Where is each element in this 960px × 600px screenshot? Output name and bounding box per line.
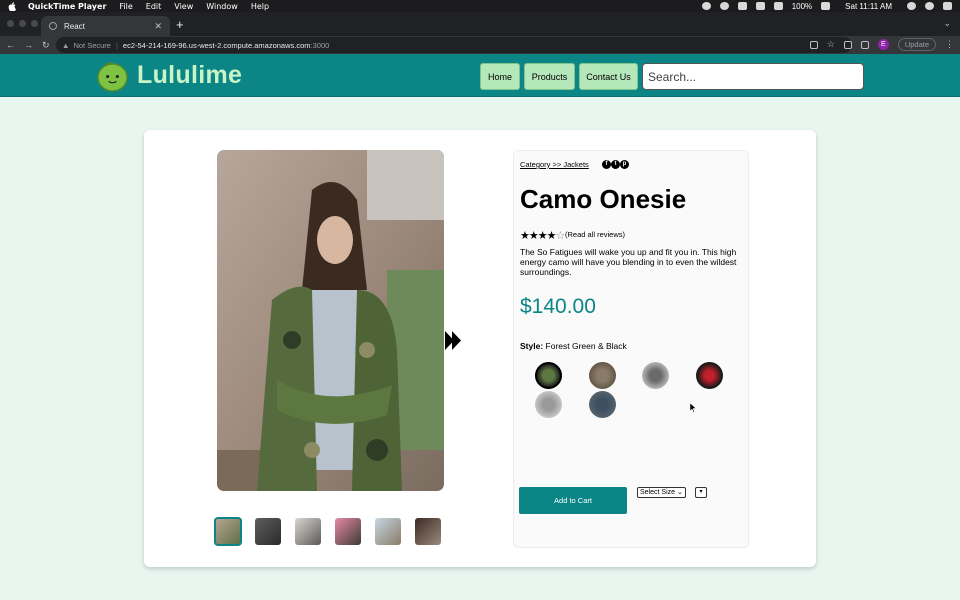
thumbnail-2[interactable] bbox=[255, 518, 281, 545]
thumbnail-1[interactable] bbox=[214, 517, 242, 546]
minimize-window-button[interactable] bbox=[19, 20, 26, 27]
back-arrow-icon[interactable]: ← bbox=[6, 40, 15, 50]
globe-icon bbox=[49, 22, 57, 30]
style-swatch-2[interactable] bbox=[589, 362, 616, 389]
thumbnail-4[interactable] bbox=[335, 518, 361, 545]
star-rating: ★★★★☆ bbox=[520, 229, 565, 242]
reload-icon[interactable]: ↻ bbox=[42, 40, 50, 51]
new-tab-button[interactable]: + bbox=[176, 17, 184, 32]
menu-help[interactable]: Help bbox=[251, 2, 269, 11]
add-to-cart-button[interactable]: Add to Cart bbox=[519, 487, 627, 514]
url-host: ec2-54-214-169-96.us-west-2.compute.amaz… bbox=[122, 40, 311, 50]
security-label[interactable]: Not Secure bbox=[73, 41, 111, 50]
size-select-label: Select Size bbox=[640, 489, 676, 496]
browser-menu-icon[interactable]: ⋮ bbox=[945, 39, 954, 50]
audio-status-icon[interactable] bbox=[755, 2, 765, 10]
style-label: Style: bbox=[520, 341, 544, 351]
spotlight-icon[interactable] bbox=[907, 2, 916, 10]
stars-filled: ★★★★ bbox=[520, 229, 556, 242]
macos-menu-bar: QuickTime Player File Edit View Window H… bbox=[0, 0, 960, 12]
mouse-cursor-icon bbox=[690, 403, 696, 413]
stars-empty: ☆ bbox=[555, 229, 565, 242]
twitter-icon[interactable]: t bbox=[611, 160, 620, 169]
forward-arrow-icon[interactable]: → bbox=[24, 40, 33, 50]
update-button[interactable]: Update bbox=[897, 38, 936, 51]
nav-home-button[interactable]: Home bbox=[480, 63, 520, 90]
style-selector-label: Style: Forest Green & Black bbox=[520, 341, 627, 351]
search-input[interactable]: Search... bbox=[642, 63, 864, 90]
facebook-icon[interactable]: f bbox=[602, 160, 611, 169]
apple-icon[interactable] bbox=[8, 1, 16, 11]
site-header: Lululime Home Products Contact Us Search… bbox=[0, 54, 960, 97]
menu-file[interactable]: File bbox=[119, 2, 132, 11]
extensions-icon[interactable] bbox=[843, 40, 852, 49]
battery-icon[interactable] bbox=[821, 2, 831, 10]
style-swatch-6[interactable] bbox=[589, 391, 616, 418]
size-select[interactable]: Select Size ⌄ bbox=[637, 487, 686, 498]
more-status-icon[interactable] bbox=[719, 2, 729, 10]
pinterest-icon[interactable]: p bbox=[620, 160, 629, 169]
share-icon[interactable] bbox=[809, 40, 818, 49]
product-description: The So Fatigues will wake you up and fit… bbox=[520, 247, 737, 277]
tab-search-chevron-icon[interactable]: ⌄ bbox=[943, 18, 951, 29]
menu-app-name[interactable]: QuickTime Player bbox=[28, 2, 106, 11]
record-status-icon[interactable] bbox=[701, 2, 711, 10]
nav-contact-button[interactable]: Contact Us bbox=[579, 63, 638, 90]
style-swatch-1[interactable] bbox=[535, 362, 562, 389]
style-swatch-3[interactable] bbox=[642, 362, 669, 389]
sidebar-icon[interactable] bbox=[860, 40, 869, 49]
category-breadcrumb[interactable]: Category >> Jackets bbox=[520, 160, 589, 169]
profile-avatar[interactable]: E bbox=[877, 39, 889, 50]
control-center-icon[interactable] bbox=[943, 2, 952, 10]
next-image-arrow-icon[interactable] bbox=[445, 331, 462, 350]
style-swatch-5[interactable] bbox=[535, 391, 562, 418]
brand-name[interactable]: Lululime bbox=[137, 61, 242, 90]
browser-toolbar: ← → ↻ ▲ Not Secure | ec2-54-214-169-96.u… bbox=[0, 36, 960, 54]
social-share-icons: f t p bbox=[602, 160, 629, 169]
address-bar[interactable]: ▲ Not Secure | ec2-54-214-169-96.us-west… bbox=[56, 37, 852, 53]
browser-tab-bar: React ✕ + ⌄ bbox=[0, 12, 960, 36]
url-separator: | bbox=[115, 40, 118, 50]
thumbnail-3[interactable] bbox=[295, 518, 321, 545]
product-title: Camo Onesie bbox=[520, 184, 687, 214]
lime-logo-icon[interactable] bbox=[96, 60, 129, 93]
product-hero-image bbox=[217, 150, 444, 491]
menu-view[interactable]: View bbox=[174, 2, 193, 11]
close-tab-icon[interactable]: ✕ bbox=[154, 21, 162, 32]
quantity-select[interactable]: ▾ bbox=[695, 487, 707, 498]
style-swatch-4[interactable] bbox=[696, 362, 723, 389]
thumbnail-6[interactable] bbox=[415, 518, 441, 545]
battery-percent: 100% bbox=[791, 1, 813, 11]
product-price: $140.00 bbox=[520, 295, 596, 318]
window-controls bbox=[7, 20, 38, 27]
wifi-icon[interactable] bbox=[773, 2, 783, 10]
warning-icon[interactable]: ▲ bbox=[62, 41, 69, 50]
nav-products-button[interactable]: Products bbox=[524, 63, 575, 90]
tab-title: React bbox=[64, 21, 85, 31]
menu-clock[interactable]: Sat 11:11 AM bbox=[845, 2, 892, 11]
thumbnail-strip bbox=[214, 517, 441, 546]
url-port: :3000 bbox=[310, 40, 330, 50]
bookmark-star-icon[interactable]: ☆ bbox=[827, 39, 835, 50]
read-reviews-link[interactable]: (Read all reviews) bbox=[565, 230, 625, 239]
style-value: Forest Green & Black bbox=[545, 341, 627, 351]
menu-edit[interactable]: Edit bbox=[146, 2, 162, 11]
thumbnail-5[interactable] bbox=[375, 518, 401, 545]
browser-tab[interactable]: React ✕ bbox=[41, 16, 170, 36]
zoom-window-button[interactable] bbox=[31, 20, 38, 27]
siri-icon[interactable] bbox=[925, 2, 934, 10]
menu-window[interactable]: Window bbox=[206, 2, 238, 11]
display-status-icon[interactable] bbox=[737, 2, 747, 10]
close-window-button[interactable] bbox=[7, 20, 14, 27]
